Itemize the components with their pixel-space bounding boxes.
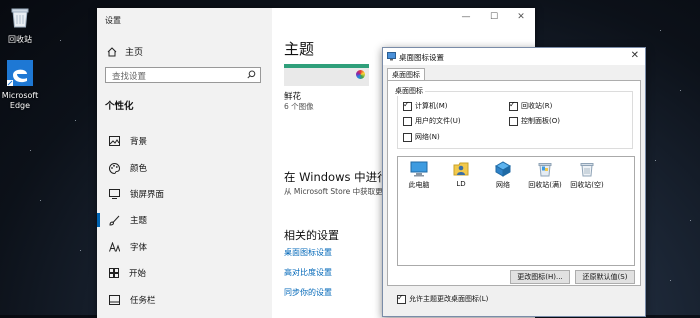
allow-themes-checkbox-box [397,293,406,304]
group-label: 桌面图标 [393,86,425,96]
nav-label-fonts: 字体 [130,243,148,253]
maximize-button[interactable]: ☐ [483,12,505,26]
icon-item-this-pc-label: 此电脑 [408,181,430,189]
icon-item-recycle-full-label: 回收站(满) [528,181,562,189]
theme-thumbnail[interactable] [284,64,369,86]
palette-icon [109,162,120,174]
desktop-icon-settings-dialog: 桌面图标设置 ✕ 桌面图标 桌面图标 计算机(M) 回收站(R) 用户的文件(U… [382,47,646,317]
search-icon [247,70,256,79]
section-title: 个性化 [105,101,134,112]
nav-item-fonts[interactable]: 字体 [97,237,272,257]
allow-themes-label: 允许主题更改桌面图标(L) [409,295,489,303]
checkbox-recycle-bin-box [509,100,518,111]
dialog-title: 桌面图标设置 [399,53,444,62]
nav-item-taskbar[interactable]: 任务栏 [97,290,272,310]
nav-label-taskbar: 任务栏 [130,296,156,306]
desktop-edge[interactable]: Microsoft Edge [0,60,43,111]
edge-label-line2: Edge [9,101,31,110]
edge-label-line1: Microsoft [1,91,39,100]
nav-label-themes: 主题 [130,216,148,226]
home-link[interactable]: 主页 [107,45,143,58]
computer-icon [410,161,428,177]
nav-item-color[interactable]: 颜色 [97,158,272,178]
checkbox-network-label: 网络(N) [415,133,440,141]
recycle-bin-icon [11,8,29,28]
change-icon-button[interactable]: 更改图标(H)... [510,270,570,284]
user-folder-icon [453,162,469,176]
dialog-app-icon [387,52,396,61]
checkbox-user-files-label: 用户的文件(U) [415,117,461,125]
close-button[interactable]: ✕ [510,12,532,26]
settings-search-input[interactable]: 查找设置 [105,67,261,83]
recycle-bin-empty-icon [580,163,594,177]
settings-nav: 设置 主页 查找设置 个性化 背景 颜色 锁屏界面 主题 字体 开始 任务栏 [97,8,272,318]
desktop-icon-settings-link[interactable]: 桌面图标设置 [284,247,332,258]
dialog-titlebar: 桌面图标设置 ✕ [383,48,645,65]
desktop-recycle-bin[interactable]: 回收站 [0,4,43,45]
font-icon [109,242,120,252]
nav-label-background: 背景 [130,137,148,147]
network-icon [494,161,512,177]
nav-item-themes[interactable]: 主题 [97,210,272,230]
checkbox-network[interactable]: 网络(N) [403,132,440,142]
checkbox-computer-box [403,100,412,111]
theme-image-count: 6 个图像 [284,102,314,111]
nav-item-start[interactable]: 开始 [97,263,272,283]
icon-item-recycle-full[interactable]: 回收站(满) [526,161,564,190]
checkbox-computer-label: 计算机(M) [415,102,448,110]
picture-icon [109,136,120,146]
icon-item-user-label: LD [456,180,466,188]
page-title: 主题 [284,40,315,58]
checkbox-control-panel-box [509,116,518,126]
home-label: 主页 [125,48,144,58]
icon-item-network[interactable]: 网络 [484,161,522,190]
checkbox-user-files-box [403,116,412,126]
high-contrast-link[interactable]: 高对比度设置 [284,267,332,278]
icon-list: 此电脑 LD 网络 回收站(满) 回收站(空) [397,156,635,266]
taskbar-icon [109,295,120,305]
icon-item-this-pc[interactable]: 此电脑 [400,161,438,190]
nav-item-lockscreen[interactable]: 锁屏界面 [97,184,272,204]
checkbox-user-files[interactable]: 用户的文件(U) [403,116,461,126]
icon-item-network-label: 网络 [496,181,510,189]
checkbox-control-panel[interactable]: 控制面板(O) [509,116,560,126]
related-settings-heading: 相关的设置 [284,229,339,242]
nav-label-lockscreen: 锁屏界面 [130,190,165,200]
recycle-bin-label: 回收站 [8,35,32,44]
sync-settings-link[interactable]: 同步你的设置 [284,287,332,298]
nav-item-background[interactable]: 背景 [97,131,272,151]
color-wheel-icon [356,70,365,79]
edge-icon [7,60,33,86]
checkbox-recycle-bin-label: 回收站(R) [521,102,553,110]
restore-default-button[interactable]: 还原默认值(S) [575,270,635,284]
nav-label-start: 开始 [129,269,147,279]
dialog-close-button[interactable]: ✕ [631,50,639,61]
allow-themes-checkbox[interactable]: 允许主题更改桌面图标(L) [397,293,489,304]
nav-label-color: 颜色 [130,164,148,174]
start-icon [109,268,119,278]
icon-item-user[interactable]: LD [442,161,480,188]
checkbox-control-panel-label: 控制面板(O) [521,117,560,125]
store-link[interactable]: 从 Microsoft Store 中获取更 [284,186,383,197]
icon-item-recycle-empty[interactable]: 回收站(空) [568,161,606,190]
window-title: 设置 [105,16,121,25]
icon-item-recycle-empty-label: 回收站(空) [570,181,604,189]
checkbox-recycle-bin[interactable]: 回收站(R) [509,100,553,111]
search-placeholder: 查找设置 [112,72,147,82]
checkbox-network-box [403,132,412,142]
recycle-bin-full-icon [538,163,552,177]
minimize-button[interactable]: — [455,12,477,26]
monitor-icon [109,189,120,199]
brush-icon [109,215,120,226]
checkbox-computer[interactable]: 计算机(M) [403,100,448,111]
home-icon [107,46,117,56]
